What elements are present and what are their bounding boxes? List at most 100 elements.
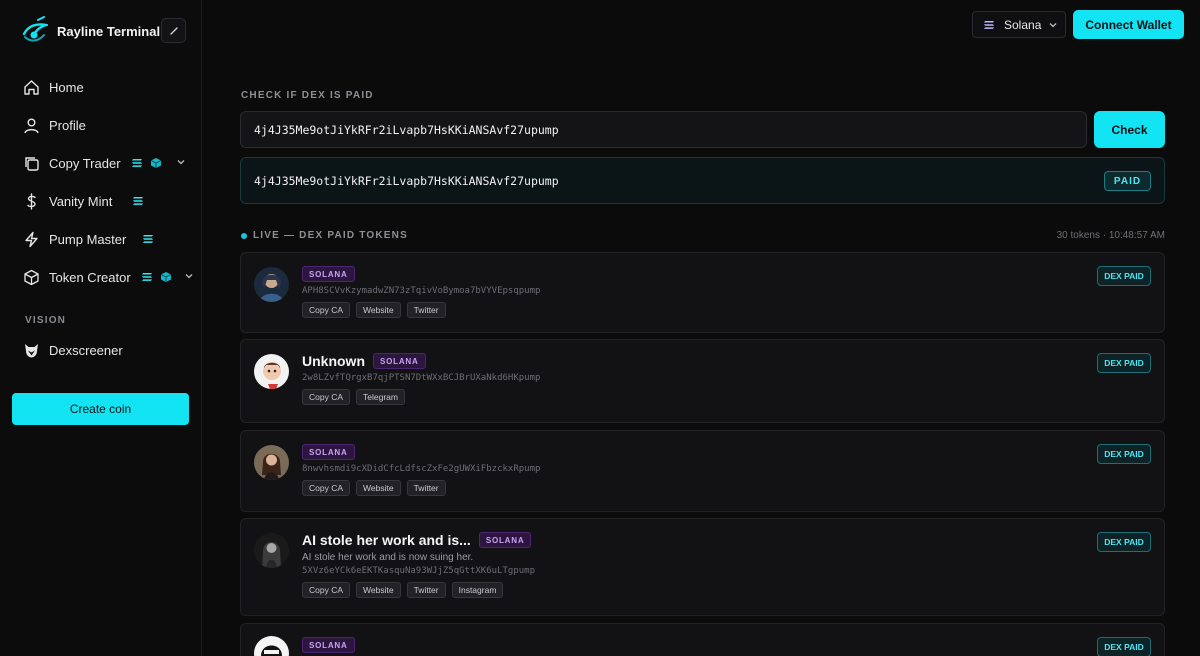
token-contract-address: 2w8LZvfTQrgxB7qjPTSN7DtWXxBCJBrUXaNkd6HK… xyxy=(302,373,541,383)
sidebar-item-copy-trader[interactable]: Copy Trader xyxy=(0,144,202,182)
token-avatar xyxy=(254,636,289,656)
sidebar-nav: Home Profile Copy Trader Vanity Mint Pum… xyxy=(0,68,202,296)
copy-icon xyxy=(22,154,40,172)
chevron-down-icon xyxy=(1049,22,1057,27)
app-root: Rayline Terminal Home Profile Copy Trade… xyxy=(0,0,1200,656)
dollar-icon xyxy=(22,192,40,210)
dex-paid-badge: DEX PAID xyxy=(1097,353,1151,373)
vision-nav: Dexscreener xyxy=(0,331,202,369)
check-section-title: CHECK IF DEX IS PAID xyxy=(241,90,374,101)
token-avatar xyxy=(254,445,289,480)
check-result: 4j4J35Me9otJiYkRFr2iLvapb7HsKKiANSAvf27u… xyxy=(240,157,1165,204)
cube-icon xyxy=(160,272,171,282)
chain-badge: SOLANA xyxy=(373,353,426,369)
token-avatar xyxy=(254,267,289,302)
dex-paid-badge: DEX PAID xyxy=(1097,444,1151,464)
copy-ca-button[interactable]: Copy CA xyxy=(302,582,351,598)
chevron-down-icon[interactable] xyxy=(184,271,194,281)
network-select[interactable]: Solana xyxy=(972,11,1066,38)
chain-badge: SOLANA xyxy=(302,266,355,282)
twitter-link[interactable]: Twitter xyxy=(406,480,446,496)
network-label: Solana xyxy=(1004,17,1042,32)
copy-ca-button[interactable]: Copy CA xyxy=(302,389,351,405)
bolt-icon xyxy=(22,230,40,248)
chain-badges xyxy=(141,271,172,283)
telegram-link[interactable]: Telegram xyxy=(356,389,405,405)
token-info: SOLANA xyxy=(302,636,1044,654)
sidebar-item-label: Pump Master xyxy=(49,231,127,247)
solana-icon xyxy=(131,159,142,167)
token-card[interactable]: SOLANA DEX PAID xyxy=(240,623,1165,656)
token-links: Copy CA Telegram xyxy=(302,389,1044,405)
website-link[interactable]: Website xyxy=(356,480,401,496)
token-address-input[interactable] xyxy=(240,111,1087,148)
live-section-title: LIVE — DEX PAID TOKENS xyxy=(253,230,408,241)
copy-ca-button[interactable]: Copy CA xyxy=(302,480,351,496)
website-link[interactable]: Website xyxy=(356,302,401,318)
eye-logo-icon xyxy=(22,16,48,42)
sidebar: Rayline Terminal Home Profile Copy Trade… xyxy=(0,0,202,656)
sidebar-item-profile[interactable]: Profile xyxy=(0,106,202,144)
token-avatar xyxy=(254,354,289,389)
sidebar-item-dexscreener[interactable]: Dexscreener xyxy=(0,331,202,369)
paid-status-badge: PAID xyxy=(1104,171,1151,191)
token-links: Copy CA Website Twitter xyxy=(302,302,1044,318)
sidebar-item-label: Home xyxy=(49,79,84,95)
token-links: Copy CA Website Twitter xyxy=(302,480,1044,496)
sidebar-item-token-creator[interactable]: Token Creator xyxy=(0,258,202,296)
check-button[interactable]: Check xyxy=(1094,111,1165,148)
cube-icon xyxy=(150,158,161,168)
pencil-icon xyxy=(169,26,178,35)
token-card[interactable]: Unknown SOLANA 2w8LZvfTQrgxB7qjPTSN7DtWX… xyxy=(240,339,1165,423)
solana-icon xyxy=(141,273,152,281)
solana-icon xyxy=(143,235,154,243)
twitter-link[interactable]: Twitter xyxy=(406,302,446,318)
sidebar-item-pump-master[interactable]: Pump Master xyxy=(0,220,202,258)
home-icon xyxy=(22,78,40,96)
token-info: SOLANA 8nwvhsmdi9cXDidCfcLdfscZxFe2gUWXi… xyxy=(302,443,1044,496)
live-indicator-icon xyxy=(241,233,247,239)
owl-icon xyxy=(22,341,40,359)
sidebar-item-label: Token Creator xyxy=(49,269,131,285)
chain-badges xyxy=(132,196,144,206)
token-card[interactable]: AI stole her work and is... SOLANA AI st… xyxy=(240,518,1165,616)
website-link[interactable]: Website xyxy=(356,582,401,598)
dex-paid-badge: DEX PAID xyxy=(1097,266,1151,286)
token-avatar xyxy=(254,533,289,568)
solana-icon xyxy=(984,20,994,29)
connect-wallet-button[interactable]: Connect Wallet xyxy=(1073,10,1184,39)
chain-badge: SOLANA xyxy=(302,637,355,653)
instagram-link[interactable]: Instagram xyxy=(451,582,504,598)
result-address: 4j4J35Me9otJiYkRFr2iLvapb7HsKKiANSAvf27u… xyxy=(254,173,559,188)
brand-name: Rayline Terminal xyxy=(57,23,161,39)
create-coin-button[interactable]: Create coin xyxy=(12,393,189,425)
live-meta: 30 tokens · 10:48:57 AM xyxy=(1056,230,1165,241)
sidebar-item-label: Dexscreener xyxy=(49,342,123,358)
token-name: Unknown xyxy=(302,353,365,369)
token-links: Copy CA Website Twitter Instagram xyxy=(302,582,1044,598)
token-contract-address: 5XVz6eYCk6eEKTKasquNa93WJjZ5qGttXK6uLTgp… xyxy=(302,566,535,576)
sidebar-item-label: Vanity Mint xyxy=(49,193,113,209)
twitter-link[interactable]: Twitter xyxy=(406,582,446,598)
sidebar-item-vanity-mint[interactable]: Vanity Mint xyxy=(0,182,202,220)
chain-badge: SOLANA xyxy=(478,532,532,548)
token-info: SOLANA APH8SCVvKzymadwZN73zTqivVoBymoa7b… xyxy=(302,265,1044,318)
token-description: AI stole her work and is now suing her. xyxy=(302,552,474,563)
cube-outline-icon xyxy=(22,268,40,286)
chevron-down-icon[interactable] xyxy=(176,157,186,167)
sidebar-item-label: Copy Trader xyxy=(49,155,121,171)
copy-ca-button[interactable]: Copy CA xyxy=(302,302,351,318)
edit-button[interactable] xyxy=(161,18,186,43)
token-card[interactable]: SOLANA APH8SCVvKzymadwZN73zTqivVoBymoa7b… xyxy=(240,252,1165,333)
chain-badges xyxy=(142,234,154,244)
token-info: AI stole her work and is... SOLANA AI st… xyxy=(302,531,1044,598)
token-contract-address: 8nwvhsmdi9cXDidCfcLdfscZxFe2gUWXiFbzckxR… xyxy=(302,464,541,474)
token-info: Unknown SOLANA 2w8LZvfTQrgxB7qjPTSN7DtWX… xyxy=(302,352,1044,405)
solana-icon xyxy=(133,197,144,205)
token-card[interactable]: SOLANA 8nwvhsmdi9cXDidCfcLdfscZxFe2gUWXi… xyxy=(240,430,1165,512)
sidebar-item-home[interactable]: Home xyxy=(0,68,202,106)
brand[interactable]: Rayline Terminal xyxy=(22,14,192,48)
token-contract-address: APH8SCVvKzymadwZN73zTqivVoBymoa7bVYVEpsq… xyxy=(302,286,541,296)
token-name: AI stole her work and is... xyxy=(302,532,471,548)
chain-badge: SOLANA xyxy=(302,444,355,460)
